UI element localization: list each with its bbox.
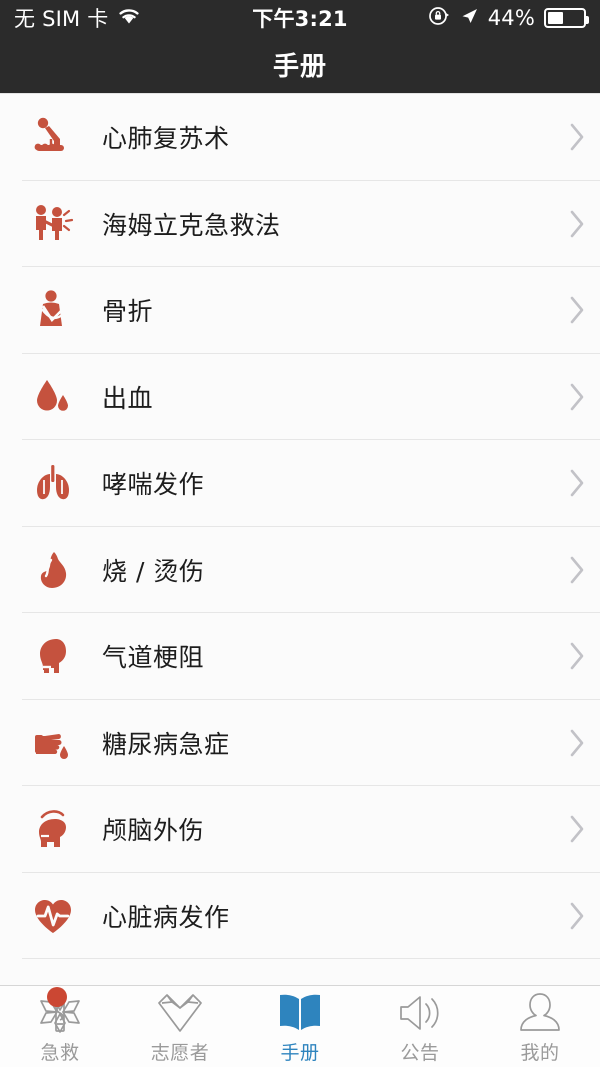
tab-label: 我的 <box>520 1041 560 1064</box>
blood-drop-icon <box>22 371 84 423</box>
list-item-label: 心脏病发作 <box>102 902 230 932</box>
page-title: 手册 <box>272 52 327 82</box>
cpr-icon <box>22 111 84 163</box>
list-item-label: 心肺复苏术 <box>102 124 230 154</box>
list-item-label: 烧 / 烫伤 <box>102 556 205 586</box>
list-item[interactable]: 颅脑外伤 <box>0 786 600 873</box>
phone-screen: 无 SIM 卡 下午3:21 44% 手册 心肺复苏术 海姆立克急救法 骨折 出… <box>0 0 600 1067</box>
chevron-right-icon <box>554 554 600 586</box>
list-item-label: 海姆立克急救法 <box>102 210 281 240</box>
wifi-icon <box>117 6 141 30</box>
location-arrow-icon <box>459 6 479 31</box>
list-item-label: 哮喘发作 <box>102 470 205 500</box>
list-item[interactable]: 心肺复苏术 <box>0 94 600 181</box>
flame-icon <box>22 544 84 596</box>
list-item[interactable]: 糖尿病急症 <box>0 699 600 786</box>
list-item[interactable]: 心脏病发作 <box>0 872 600 959</box>
list-item[interactable]: 气道梗阻 <box>0 613 600 700</box>
navigation-bar: 手册 <box>0 36 600 93</box>
tab-star-of-life[interactable]: 急救 <box>0 986 120 1067</box>
chevron-right-icon <box>554 467 600 499</box>
list-item[interactable]: 骨折 <box>0 267 600 354</box>
chevron-right-icon <box>554 640 600 672</box>
list-item[interactable]: 海姆立克急救法 <box>0 180 600 267</box>
star-of-life-icon <box>36 986 84 1035</box>
person-icon <box>517 989 563 1035</box>
tab-label: 急救 <box>40 1041 80 1064</box>
battery-percent-label: 44% <box>487 6 535 30</box>
list-item[interactable]: 哮喘发作 <box>0 440 600 527</box>
list-item[interactable]: 出血 <box>0 353 600 440</box>
tab-label: 志愿者 <box>150 1041 210 1064</box>
heart-outline-icon <box>154 989 206 1035</box>
tab-label: 手册 <box>280 1041 320 1064</box>
heimlich-icon <box>22 198 84 250</box>
tab-label: 公告 <box>400 1041 440 1064</box>
chevron-right-icon <box>554 121 600 153</box>
tab-open-book[interactable]: 手册 <box>240 986 360 1067</box>
airway-obstruction-icon <box>22 630 84 682</box>
tab-bar[interactable]: 急救 志愿者 手册 公告 我的 <box>0 985 600 1067</box>
open-book-icon <box>275 989 325 1035</box>
list-item-label: 出血 <box>102 383 154 413</box>
status-bar-left: 无 SIM 卡 <box>14 3 141 33</box>
chevron-right-icon <box>554 813 600 845</box>
tab-speaker[interactable]: 公告 <box>360 986 480 1067</box>
list-item[interactable]: 烧 / 烫伤 <box>0 526 600 613</box>
rotation-lock-icon <box>428 5 450 32</box>
chevron-right-icon <box>554 900 600 932</box>
status-bar: 无 SIM 卡 下午3:21 44% <box>0 0 600 36</box>
carrier-label: 无 SIM 卡 <box>14 7 109 31</box>
heart-pulse-icon <box>22 890 84 942</box>
list-item-label: 气道梗阻 <box>102 643 205 673</box>
chevron-right-icon <box>554 208 600 240</box>
list-item-label: 颅脑外伤 <box>102 816 205 846</box>
tab-heart-outline[interactable]: 志愿者 <box>120 986 240 1067</box>
list-item-label: 骨折 <box>102 297 154 327</box>
notification-badge <box>47 986 67 1007</box>
lungs-icon <box>22 457 84 509</box>
list-item-label: 糖尿病急症 <box>102 729 230 759</box>
arm-sling-fracture-icon <box>22 284 84 336</box>
chevron-right-icon <box>554 381 600 413</box>
speaker-icon <box>395 989 445 1035</box>
chevron-right-icon <box>554 727 600 759</box>
finger-blood-drop-icon <box>22 717 84 769</box>
battery-icon <box>544 8 589 28</box>
manual-list[interactable]: 心肺复苏术海姆立克急救法 骨折出血哮喘发作烧 / 烫伤 气道梗阻糖尿病急症颅脑外伤心… <box>0 93 600 985</box>
chevron-right-icon <box>554 294 600 326</box>
tab-person[interactable]: 我的 <box>480 986 600 1067</box>
head-injury-icon <box>22 803 84 855</box>
status-bar-right: 44% <box>428 5 589 32</box>
